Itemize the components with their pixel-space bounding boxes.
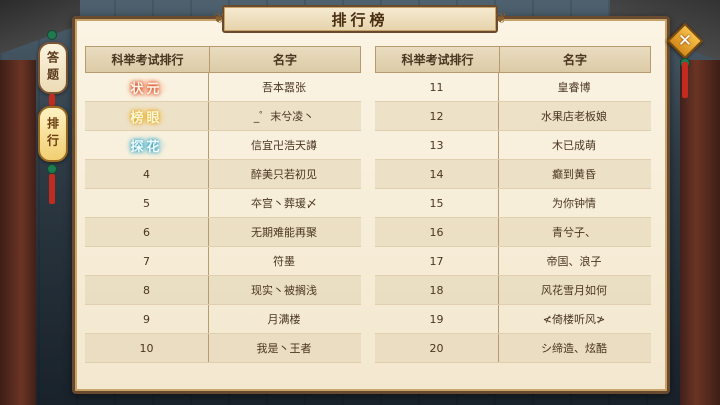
table-header: 科举考试排行 名字 xyxy=(85,46,361,73)
header-name: 名字 xyxy=(272,53,297,67)
table-row: 12 水果店老板娘 xyxy=(375,102,651,131)
table-row: 7 符墨 xyxy=(85,247,361,276)
table-row: 状元 吾本嚣张 xyxy=(85,73,361,102)
title-banner: ❦ 排行榜 ❦ xyxy=(213,5,507,33)
tab-string xyxy=(49,94,55,106)
table-row: 14 癫到黄昏 xyxy=(375,160,651,189)
table-row: 13 木已成萌 xyxy=(375,131,651,160)
table-row: 8 现实丶被搁浅 xyxy=(85,276,361,305)
player-name: 信宜卍浩天譐 xyxy=(251,139,317,152)
player-name: 癫到黄昏 xyxy=(552,168,596,181)
rank-number: 6 xyxy=(85,218,209,246)
close-x-icon: ✕ xyxy=(677,31,693,51)
table-row: 5 夲宫丶葬瑗〆 xyxy=(85,189,361,218)
player-name: 水果店老板娘 xyxy=(541,110,607,123)
player-name: ≮倚楼听风≯ xyxy=(542,313,606,326)
player-name: 木已成萌 xyxy=(552,139,596,152)
player-name: 无期难能再聚 xyxy=(251,226,317,239)
rank-number: 18 xyxy=(375,276,499,304)
rank-number: 19 xyxy=(375,305,499,333)
player-name: 皇睿博 xyxy=(557,81,591,94)
player-name: 我是丶王者 xyxy=(256,342,312,355)
tab-answer-label: 答题 xyxy=(45,51,60,85)
table-row: 16 青兮子、 xyxy=(375,218,651,247)
table-row: 20 シ缔造、炫酷 xyxy=(375,334,651,363)
table-row: 4 醉美只若初见 xyxy=(85,160,361,189)
tab-knot xyxy=(47,164,57,174)
player-name: シ缔造、炫酷 xyxy=(541,342,607,355)
rank-number: 11 xyxy=(375,73,499,101)
header-rank: 科举考试排行 xyxy=(86,47,210,72)
rank-number: 9 xyxy=(85,305,209,333)
player-name: _゜末兮凌丶 xyxy=(253,110,315,123)
pillar-right xyxy=(680,60,720,405)
table-row: 9 月满楼 xyxy=(85,305,361,334)
dragon-ornament-icon: ❦ xyxy=(213,11,225,27)
rank-number: 12 xyxy=(375,102,499,130)
tab-answer[interactable]: 答题 xyxy=(38,42,68,94)
dragon-ornament-icon: ❦ xyxy=(495,11,507,27)
tassel xyxy=(49,174,55,204)
player-name: 青兮子、 xyxy=(552,226,596,239)
tab-ranking[interactable]: 排行 xyxy=(38,106,68,162)
player-name: 吾本嚣张 xyxy=(262,81,306,94)
table-row: 18 风花雪月如何 xyxy=(375,276,651,305)
rank-number: 16 xyxy=(375,218,499,246)
rank-number: 10 xyxy=(85,334,209,362)
table-row: 15 为你钟情 xyxy=(375,189,651,218)
rank-badge-first: 状元 xyxy=(124,76,169,98)
tab-ranking-label: 排行 xyxy=(45,117,60,151)
table-row: 19 ≮倚楼听风≯ xyxy=(375,305,651,334)
rank-number: 13 xyxy=(375,131,499,159)
player-name: 现实丶被搁浅 xyxy=(251,284,317,297)
rank-number: 5 xyxy=(85,189,209,217)
ranking-table-left: 科举考试排行 名字 状元 吾本嚣张 榜眼 _゜末兮凌丶 探花 信宜卍浩天譐 4 … xyxy=(85,46,361,363)
header-name: 名字 xyxy=(562,53,587,67)
ranking-table-right: 科举考试排行 名字 11 皇睿博 12 水果店老板娘 13 木已成萌 14 癫到… xyxy=(375,46,651,363)
tab-knot xyxy=(47,30,57,40)
rank-number: 7 xyxy=(85,247,209,275)
table-row: 10 我是丶王者 xyxy=(85,334,361,363)
close-tassel xyxy=(682,62,688,98)
player-name: 帝国、浪子 xyxy=(546,255,602,268)
player-name: 夲宫丶葬瑗〆 xyxy=(251,197,317,210)
player-name: 符墨 xyxy=(273,255,295,268)
header-rank: 科举考试排行 xyxy=(376,47,500,72)
table-row: 17 帝国、浪子 xyxy=(375,247,651,276)
rank-number: 8 xyxy=(85,276,209,304)
table-row: 榜眼 _゜末兮凌丶 xyxy=(85,102,361,131)
pillar-left xyxy=(0,60,36,405)
page-title: 排行榜 xyxy=(331,10,389,29)
rank-badge-third: 探花 xyxy=(124,134,169,156)
rank-number: 15 xyxy=(375,189,499,217)
rank-number: 4 xyxy=(85,160,209,188)
table-header: 科举考试排行 名字 xyxy=(375,46,651,73)
table-row: 探花 信宜卍浩天譐 xyxy=(85,131,361,160)
rank-badge-second: 榜眼 xyxy=(124,105,169,127)
rank-number: 17 xyxy=(375,247,499,275)
rank-number: 20 xyxy=(375,334,499,362)
player-name: 风花雪月如何 xyxy=(541,284,607,297)
table-row: 11 皇睿博 xyxy=(375,73,651,102)
player-name: 醉美只若初见 xyxy=(251,168,317,181)
player-name: 月满楼 xyxy=(267,313,301,326)
table-row: 6 无期难能再聚 xyxy=(85,218,361,247)
rank-number: 14 xyxy=(375,160,499,188)
player-name: 为你钟情 xyxy=(552,197,596,210)
